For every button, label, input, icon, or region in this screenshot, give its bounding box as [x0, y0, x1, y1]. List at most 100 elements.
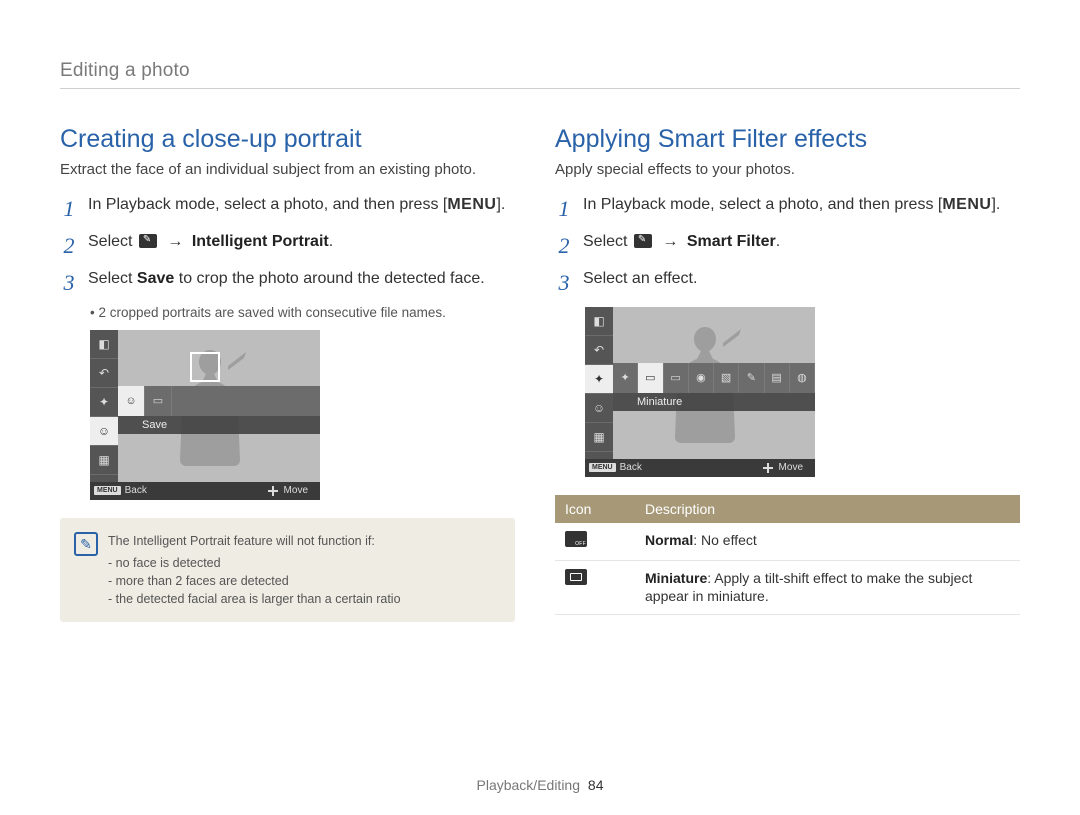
lcd-option-strip: ☺ ▭	[118, 386, 320, 416]
option-icon: ▤	[765, 363, 790, 393]
effect-table: Icon Description Normal: No effect	[555, 495, 1020, 616]
note-icon: ✎	[74, 532, 98, 556]
lcd-move-label: Move	[284, 485, 308, 496]
dpad-icon	[268, 486, 278, 496]
step-text: In Playback mode, select a photo, and th…	[88, 196, 447, 213]
step-text: Select	[583, 233, 632, 250]
step-3-right: 3 Select an effect.	[555, 268, 1020, 299]
intro-right: Apply special effects to your photos.	[555, 160, 1020, 180]
step-2-right: 2 Select → Smart Filter.	[555, 231, 1020, 262]
page-footer: Playback/Editing 84	[0, 777, 1080, 793]
dpad-icon	[763, 463, 773, 473]
lcd-bottom-bar: MENU Back Move	[585, 459, 815, 477]
footer-page-number: 84	[588, 777, 604, 793]
manual-page: Editing a photo Creating a close-up port…	[0, 0, 1080, 815]
sidebar-icon: ☺	[585, 394, 613, 423]
lcd-bottom-bar: MENU Back Move	[90, 482, 320, 500]
menu-key: MENU	[942, 196, 991, 213]
table-cell-desc: Miniature: Apply a tilt-shift effect to …	[635, 560, 1020, 615]
lcd-move-label: Move	[779, 462, 803, 473]
menu-button-icon: MENU	[589, 463, 616, 472]
lcd-option-label: Miniature	[613, 393, 815, 411]
sidebar-icon: ✦	[90, 388, 118, 417]
menu-path-target: Smart Filter	[687, 233, 776, 250]
sidebar-icon-active: ☺	[90, 417, 118, 446]
table-cell-icon	[555, 523, 635, 560]
arrow-icon: →	[658, 233, 683, 250]
table-cell-desc: Normal: No effect	[635, 523, 1020, 560]
sidebar-icon: ↶	[585, 336, 613, 365]
left-column: Creating a close-up portrait Extract the…	[60, 107, 525, 622]
option-icon: ◍	[790, 363, 815, 393]
effect-name: Normal	[645, 532, 693, 548]
step-2-left: 2 Select → Intelligent Portrait.	[60, 231, 525, 262]
intro-left: Extract the face of an individual subjec…	[60, 160, 525, 180]
option-icon: ☺	[118, 386, 145, 416]
section-title-left: Creating a close-up portrait	[60, 125, 525, 154]
step-text: to crop the photo around the detected fa…	[174, 270, 484, 287]
camera-lcd-portrait: ◧ ↶ ✦ ☺ ▦ ☺ ▭ Save MENU Back	[90, 330, 320, 500]
edit-icon	[634, 234, 652, 248]
section-title-right: Applying Smart Filter effects	[555, 125, 1020, 154]
option-icon: ▭	[664, 363, 689, 393]
step-number: 2	[60, 231, 78, 262]
note-lead: The Intelligent Portrait feature will no…	[108, 532, 499, 550]
table-header-icon: Icon	[555, 495, 635, 523]
step-body: Select → Intelligent Portrait.	[88, 231, 525, 262]
lcd-option-strip: ✦ ▭ ▭ ◉ ▧ ✎ ▤ ◍	[613, 363, 815, 393]
step-body: In Playback mode, select a photo, and th…	[88, 194, 525, 225]
camera-lcd-filter: ◧ ↶ ✦ ☺ ▦ ✦ ▭ ▭ ◉ ▧ ✎ ▤ ◍ Miniatur	[585, 307, 815, 477]
effect-normal-icon	[565, 531, 587, 547]
step-body: Select → Smart Filter.	[583, 231, 1020, 262]
option-icon-active: ▭	[638, 363, 663, 393]
sidebar-icon: ▦	[585, 423, 613, 452]
menu-key: MENU	[447, 196, 496, 213]
step-number: 3	[60, 268, 78, 299]
option-icon: ✎	[739, 363, 764, 393]
sidebar-icon-active: ✦	[585, 365, 613, 394]
note-box: ✎ The Intelligent Portrait feature will …	[60, 518, 515, 623]
save-label: Save	[137, 270, 174, 287]
step-text: Select	[88, 270, 137, 287]
table-cell-icon	[555, 560, 635, 615]
note-item: no face is detected	[108, 554, 499, 572]
step-number: 2	[555, 231, 573, 262]
lcd-sidebar: ◧ ↶ ✦ ☺ ▦	[90, 330, 118, 500]
option-icon: ▭	[145, 386, 172, 416]
effect-desc: : No effect	[693, 532, 757, 548]
table-row: Normal: No effect	[555, 523, 1020, 560]
step-1-left: 1 In Playback mode, select a photo, and …	[60, 194, 525, 225]
step-text: Select	[88, 233, 137, 250]
step-text: ].	[991, 196, 1000, 213]
step-body: Select Save to crop the photo around the…	[88, 268, 525, 299]
sidebar-icon: ◧	[90, 330, 118, 359]
note-item: more than 2 faces are detected	[108, 572, 499, 590]
menu-button-icon: MENU	[94, 486, 121, 495]
step-text: In Playback mode, select a photo, and th…	[583, 196, 942, 213]
right-column: Applying Smart Filter effects Apply spec…	[555, 107, 1020, 622]
step-number: 1	[60, 194, 78, 225]
step-3-left: 3 Select Save to crop the photo around t…	[60, 268, 525, 299]
effect-name: Miniature	[645, 570, 707, 586]
breadcrumb: Editing a photo	[60, 60, 1020, 89]
arrow-icon: →	[163, 233, 188, 250]
step-text: .	[776, 233, 780, 250]
option-icon: ✦	[613, 363, 638, 393]
step-1-right: 1 In Playback mode, select a photo, and …	[555, 194, 1020, 225]
edit-icon	[139, 234, 157, 248]
table-row: Miniature: Apply a tilt-shift effect to …	[555, 560, 1020, 615]
sub-bullet: 2 cropped portraits are saved with conse…	[90, 305, 525, 320]
step-number: 1	[555, 194, 573, 225]
step-body: In Playback mode, select a photo, and th…	[583, 194, 1020, 225]
lcd-label-text: Miniature	[637, 396, 682, 408]
step-number: 3	[555, 268, 573, 299]
face-detect-box	[190, 352, 220, 382]
note-list: no face is detected more than 2 faces ar…	[108, 554, 499, 608]
sidebar-icon: ▦	[90, 446, 118, 475]
lcd-back-label: Back	[620, 462, 642, 473]
sidebar-icon: ◧	[585, 307, 613, 336]
effect-miniature-icon	[565, 569, 587, 585]
step-text: ].	[496, 196, 505, 213]
lcd-option-label: Save	[118, 416, 320, 434]
table-header-description: Description	[635, 495, 1020, 523]
